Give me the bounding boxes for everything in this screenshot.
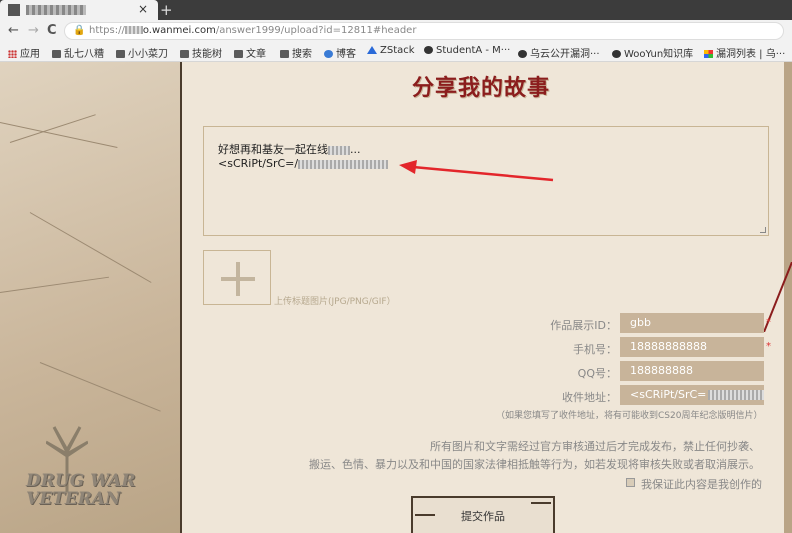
bookmark-folder-1[interactable]: 乱七八糟 (52, 45, 104, 60)
folder-icon (116, 50, 125, 58)
qq-field[interactable]: 188888888 (620, 361, 764, 381)
reload-icon[interactable]: C (47, 23, 57, 38)
folder-icon (234, 50, 243, 58)
github-icon (518, 50, 527, 58)
folder-icon (180, 50, 189, 58)
bookmark-folder-3[interactable]: 技能树 (180, 45, 222, 60)
bookmarks-bar: 应用 乱七八糟 小小菜刀 技能树 文章 搜索 博客 ZStack Student… (0, 42, 792, 62)
bookmark-folder-5[interactable]: 搜索 (280, 45, 312, 60)
notice-line-1: 所有图片和文字需经过官方审核通过后才完成发布，禁止任何抄袭、 (430, 440, 760, 453)
image-upload-button[interactable] (203, 250, 271, 305)
drug-war-veteran-logo: DRUG WAR VETERAN (26, 471, 136, 509)
address-field[interactable]: <sCRiPt/SrC= (620, 385, 764, 405)
flower-icon (704, 50, 713, 58)
tab-close-icon[interactable]: × (138, 2, 148, 16)
tab-favicon-icon (8, 4, 20, 16)
required-mark: * (766, 317, 771, 328)
forward-arrow-icon[interactable]: → (28, 23, 39, 38)
blog-icon (324, 50, 333, 58)
address-bar[interactable]: 🔒 https://o.wanmei.com/answer1999/upload… (64, 22, 784, 40)
page-content: DRUG WAR VETERAN 分享我的故事 好想再和基友一起在线... <s… (0, 62, 792, 533)
folder-icon (52, 50, 61, 58)
resize-handle[interactable] (760, 227, 766, 233)
folder-icon (280, 50, 289, 58)
id-label: 作品展示ID： (550, 319, 617, 332)
required-mark: * (766, 341, 771, 352)
bookmark-folder-4[interactable]: 文章 (234, 45, 266, 60)
new-tab-button[interactable]: + (160, 1, 173, 19)
tab-title-redacted (26, 5, 86, 15)
story-line-2: <sCRiPt/SrC=/ (218, 157, 389, 170)
bookmark-apps[interactable]: 应用 (8, 45, 40, 60)
bookmark-vuln-list[interactable]: 漏洞列表 | 乌··· (704, 45, 785, 60)
story-line-1: 好想再和基友一起在线... (218, 143, 361, 156)
bookmark-folder-2[interactable]: 小小菜刀 (116, 45, 168, 60)
address-label: 收件地址： (562, 391, 617, 404)
qq-label: QQ号： (577, 367, 617, 380)
phone-field[interactable]: 18888888888 (620, 337, 764, 357)
address-note: （如果您填写了收件地址，将有可能收到CS20周年纪念版明信片） (496, 411, 763, 421)
agree-checkbox[interactable] (626, 478, 635, 487)
tab-bar: × + (0, 0, 792, 20)
left-decoration: DRUG WAR VETERAN (0, 62, 190, 533)
page-title: 分享我的故事 (412, 76, 551, 101)
submit-button[interactable]: 提交作品 (411, 496, 555, 533)
upload-hint: 上传标题图片(JPG/PNG/GIF） (274, 297, 396, 307)
id-field[interactable]: gbb (620, 313, 764, 333)
apps-grid-icon (8, 50, 17, 58)
browser-tab[interactable]: × (0, 0, 158, 20)
agree-label: 我保证此内容是我创作的 (641, 478, 762, 491)
bookmark-zstack[interactable]: ZStack (367, 45, 415, 56)
url-text: https://o.wanmei.com/answer1999/upload?i… (89, 25, 417, 36)
zstack-icon (367, 46, 377, 54)
back-arrow-icon[interactable]: ← (8, 23, 19, 38)
notice-line-2: 搬运、色情、暴力以及和中国的国家法律相抵触等行为，如若发现将审核失败或者取消展示… (309, 458, 760, 471)
github-icon (424, 46, 433, 54)
bookmark-wooyun-kb[interactable]: WooYun知识库 (612, 45, 693, 60)
red-arrow-annotation (399, 160, 554, 182)
bookmark-wooyun-bugs[interactable]: 乌云公开漏洞··· (518, 45, 600, 60)
navigation-bar: ← → C 🔒 https://o.wanmei.com/answer1999/… (0, 20, 792, 42)
github-icon (612, 50, 621, 58)
bookmark-studenta[interactable]: StudentA - M··· (424, 45, 510, 56)
bookmark-blog[interactable]: 博客 (324, 45, 356, 60)
phone-label: 手机号： (573, 343, 617, 356)
lock-icon: 🔒 (73, 25, 86, 36)
